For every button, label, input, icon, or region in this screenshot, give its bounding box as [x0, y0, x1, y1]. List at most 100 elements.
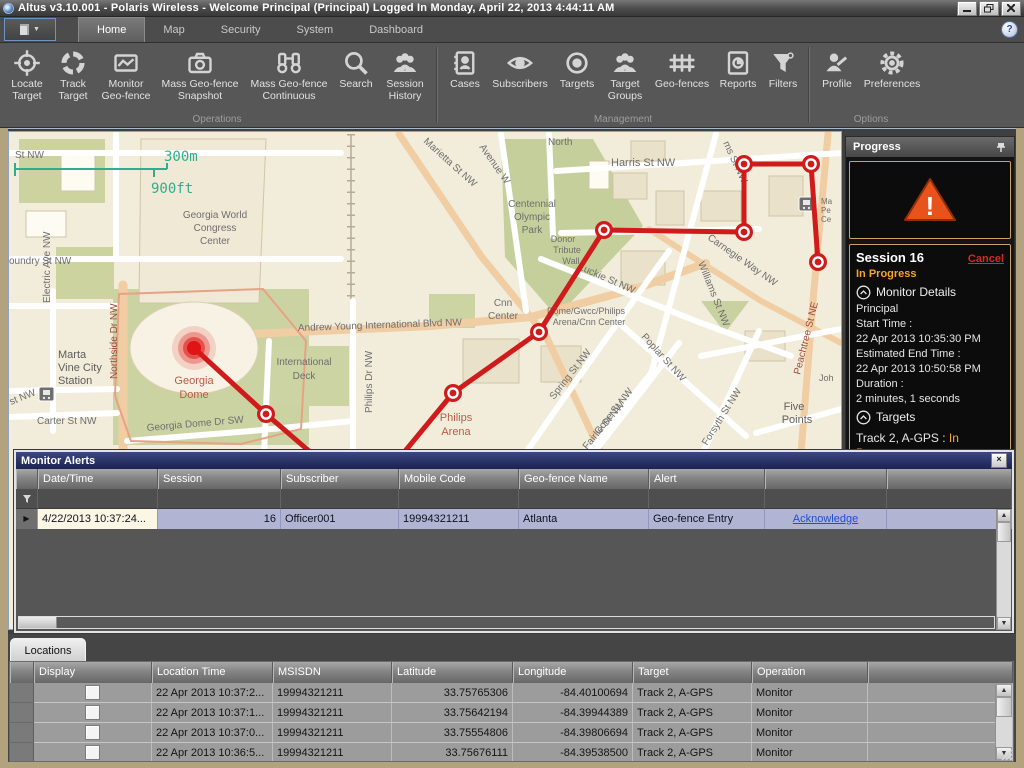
end-time-label: Estimated End Time :	[856, 347, 1004, 362]
target-location-marker[interactable]	[172, 326, 216, 370]
tab-dashboard[interactable]: Dashboard	[351, 17, 441, 42]
tab-locations[interactable]: Locations	[10, 638, 86, 662]
preferences-button[interactable]: Preferences	[859, 48, 925, 91]
targets-toggle[interactable]: Targets	[856, 410, 1004, 425]
resize-grip[interactable]	[999, 747, 1013, 761]
tab-home[interactable]: Home	[78, 17, 145, 42]
track-target-button[interactable]: Track Target	[51, 48, 95, 102]
filter-cell[interactable]	[38, 489, 158, 509]
map-label: Dome	[179, 389, 208, 401]
monitor-alerts-close-button[interactable]: ×	[991, 453, 1007, 468]
track-waypoint[interactable]	[595, 221, 613, 239]
search-icon	[341, 48, 371, 78]
help-button[interactable]: ?	[1001, 21, 1018, 38]
alerts-horizontal-scrollbar[interactable]	[18, 616, 995, 629]
location-row[interactable]: 22 Apr 2013 10:37:2... 19994321211 33.75…	[10, 683, 1013, 703]
column-header[interactable]	[868, 662, 1013, 683]
tab-security[interactable]: Security	[203, 17, 279, 42]
geofences-button[interactable]: Geo-fences	[651, 48, 713, 91]
monitor-alerts-titlebar[interactable]: Monitor Alerts ×	[16, 452, 1012, 469]
reports-icon	[723, 48, 753, 78]
column-header[interactable]: Latitude	[392, 662, 513, 683]
track-waypoint[interactable]	[530, 323, 548, 341]
scroll-up-arrow[interactable]: ▲	[997, 509, 1011, 522]
location-row[interactable]: 22 Apr 2013 10:36:5... 19994321211 33.75…	[10, 743, 1013, 762]
filter-cell[interactable]	[158, 489, 281, 509]
filters-button[interactable]: Filters	[763, 48, 803, 91]
close-button[interactable]	[1001, 1, 1021, 16]
column-header[interactable]: Alert	[649, 469, 765, 489]
column-header[interactable]: Location Time	[152, 662, 273, 683]
column-header[interactable]	[765, 469, 887, 489]
monitor-geofence-button[interactable]: Monitor Geo-fence	[97, 48, 155, 102]
filter-cell[interactable]	[765, 489, 887, 509]
column-header[interactable]: Subscriber	[281, 469, 399, 489]
map-label: oundry St NW	[9, 256, 72, 267]
monitor-geofence-icon	[111, 48, 141, 78]
longitude: -84.40100694	[513, 683, 633, 703]
column-header[interactable]	[887, 469, 1012, 489]
ribbon-group-label: Operations	[0, 114, 434, 125]
alerts-vertical-scrollbar[interactable]: ▲ ▼	[996, 509, 1011, 630]
locate-target-button[interactable]: Locate Target	[5, 48, 49, 102]
target: Track 2, A-GPS	[633, 703, 752, 723]
display-checkbox[interactable]	[85, 725, 100, 740]
column-header[interactable]: Target	[633, 662, 752, 683]
track-waypoint[interactable]	[802, 155, 820, 173]
track-waypoint[interactable]	[444, 384, 462, 402]
column-header[interactable]: Date/Time	[38, 469, 158, 489]
scrollbar-thumb[interactable]	[997, 522, 1011, 542]
session-history-button[interactable]: Session History	[379, 48, 431, 102]
pin-icon[interactable]	[996, 142, 1007, 153]
subscribers-button[interactable]: Subscribers	[487, 48, 553, 91]
map-label: Deck	[293, 371, 317, 382]
column-header[interactable]: Operation	[752, 662, 868, 683]
search-button[interactable]: Search	[335, 48, 377, 91]
alert-row[interactable]: ▶ 4/22/2013 10:37:24... 16 Officer001 19…	[16, 509, 1012, 529]
filter-cell[interactable]	[281, 489, 399, 509]
monitor-alerts-window: Monitor Alerts × Date/Time Session Subsc…	[14, 450, 1014, 633]
track-waypoint[interactable]	[257, 405, 275, 423]
location-row[interactable]: 22 Apr 2013 10:37:1... 19994321211 33.75…	[10, 703, 1013, 723]
scroll-down-arrow[interactable]: ▼	[997, 617, 1011, 630]
filter-cell[interactable]	[399, 489, 519, 509]
profile-button[interactable]: Profile	[817, 48, 857, 91]
column-header[interactable]: Geo-fence Name	[519, 469, 649, 489]
track-waypoint[interactable]	[735, 223, 753, 241]
display-checkbox[interactable]	[85, 685, 100, 700]
filter-cell[interactable]	[887, 489, 1012, 509]
window-frame	[0, 128, 8, 768]
quick-access-button[interactable]: ▼	[4, 18, 56, 41]
display-checkbox[interactable]	[85, 745, 100, 760]
filter-cell[interactable]	[519, 489, 649, 509]
scroll-up-arrow[interactable]: ▲	[996, 684, 1012, 697]
location-row[interactable]: 22 Apr 2013 10:37:0... 19994321211 33.75…	[10, 723, 1013, 743]
track-waypoint[interactable]	[809, 253, 827, 271]
targets-button[interactable]: Targets	[555, 48, 599, 91]
cases-button[interactable]: Cases	[445, 48, 485, 91]
column-header[interactable]: Display	[34, 662, 152, 683]
tab-map[interactable]: Map	[145, 17, 202, 42]
mass-geofence-snapshot-button[interactable]: Mass Geo-fence Snapshot	[157, 48, 243, 102]
restore-button[interactable]	[979, 1, 999, 16]
track-waypoint[interactable]	[735, 155, 753, 173]
column-header[interactable]: MSISDN	[273, 662, 392, 683]
tab-system[interactable]: System	[279, 17, 352, 42]
column-header[interactable]: Mobile Code	[399, 469, 519, 489]
column-header[interactable]: Longitude	[513, 662, 633, 683]
scrollbar-thumb[interactable]	[996, 697, 1012, 717]
locations-header-row: Display Location Time MSISDN Latitude Lo…	[10, 662, 1013, 683]
minimize-button[interactable]	[957, 1, 977, 16]
column-header[interactable]: Session	[158, 469, 281, 489]
monitor-details-toggle[interactable]: Monitor Details	[856, 285, 1004, 300]
scrollbar-thumb[interactable]	[19, 617, 57, 628]
filter-cell[interactable]	[649, 489, 765, 509]
mass-geofence-continuous-button[interactable]: Mass Geo-fence Continuous	[245, 48, 333, 102]
cancel-link[interactable]: Cancel	[968, 252, 1004, 267]
chevron-up-circle-icon	[856, 410, 871, 425]
display-checkbox[interactable]	[85, 705, 100, 720]
acknowledge-link[interactable]: Acknowledge	[769, 509, 882, 529]
latitude: 33.75554806	[392, 723, 513, 743]
target-groups-button[interactable]: Target Groups	[601, 48, 649, 102]
reports-button[interactable]: Reports	[715, 48, 761, 91]
